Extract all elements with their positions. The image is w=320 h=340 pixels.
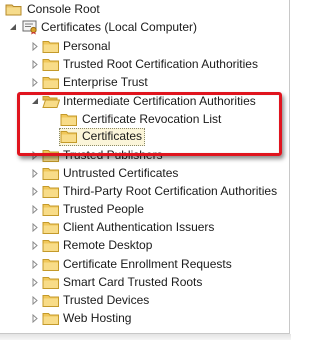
expand-arrow-icon[interactable] bbox=[30, 200, 40, 219]
folder-icon bbox=[42, 257, 60, 272]
tree-label: Console Root bbox=[27, 2, 100, 16]
tree-label: Certificate Enrollment Requests bbox=[63, 257, 232, 271]
folder-icon bbox=[42, 75, 60, 90]
tree-label: Certificates (Local Computer) bbox=[41, 20, 198, 34]
expand-arrow-icon[interactable] bbox=[30, 55, 40, 74]
folder-icon bbox=[42, 311, 60, 326]
tree-label: Enterprise Trust bbox=[63, 75, 148, 89]
folder-icon bbox=[42, 184, 60, 199]
pane-bottom-edge bbox=[0, 334, 291, 340]
console-tree-pane: Console Root Certificates (Local Compute… bbox=[0, 0, 290, 334]
tree-label: Trusted People bbox=[63, 202, 144, 216]
tree-node-trusted-root[interactable]: Trusted Root Certification Authorities bbox=[30, 55, 270, 74]
folder-icon bbox=[42, 220, 60, 235]
highlight-callout bbox=[17, 92, 282, 156]
tree-label: Smart Card Trusted Roots bbox=[63, 275, 203, 289]
tree-label: Trusted Devices bbox=[63, 293, 150, 307]
expand-arrow-icon[interactable] bbox=[30, 218, 40, 237]
expand-arrow-icon[interactable] bbox=[30, 164, 40, 183]
expand-arrow-icon[interactable] bbox=[30, 255, 40, 274]
collapse-arrow-icon[interactable] bbox=[8, 18, 18, 37]
expand-arrow-icon[interactable] bbox=[30, 73, 40, 92]
console-folder-icon bbox=[5, 2, 23, 17]
tree-node-web-hosting[interactable]: Web Hosting bbox=[30, 309, 160, 328]
folder-icon bbox=[42, 275, 60, 290]
tree-node-certificates-local[interactable]: Certificates (Local Computer) bbox=[7, 18, 207, 37]
expand-arrow-icon[interactable] bbox=[30, 182, 40, 201]
tree-node-smart-card-roots[interactable]: Smart Card Trusted Roots bbox=[30, 273, 220, 292]
tree-label: Web Hosting bbox=[63, 311, 132, 325]
expand-arrow-icon[interactable] bbox=[30, 309, 40, 328]
tree-node-trusted-people[interactable]: Trusted People bbox=[30, 200, 170, 219]
tree-node-personal[interactable]: Personal bbox=[30, 37, 120, 56]
tree-label: Untrusted Certificates bbox=[63, 166, 179, 180]
tree-node-trusted-devices[interactable]: Trusted Devices bbox=[30, 291, 170, 310]
folder-icon bbox=[42, 238, 60, 253]
expand-arrow-icon[interactable] bbox=[30, 291, 40, 310]
tree-label: Personal bbox=[63, 39, 111, 53]
tree-node-enrollment-requests[interactable]: Certificate Enrollment Requests bbox=[30, 255, 250, 274]
folder-icon bbox=[42, 39, 60, 54]
folder-icon bbox=[42, 57, 60, 72]
certificate-snapin-icon bbox=[21, 20, 39, 35]
folder-icon bbox=[42, 202, 60, 217]
tree-node-enterprise-trust[interactable]: Enterprise Trust bbox=[30, 73, 170, 92]
tree-node-remote-desktop[interactable]: Remote Desktop bbox=[30, 236, 170, 255]
tree-label: Third-Party Root Certification Authoriti… bbox=[63, 184, 278, 198]
folder-icon bbox=[42, 293, 60, 308]
tree-node-third-party-root[interactable]: Third-Party Root Certification Authoriti… bbox=[30, 182, 288, 201]
tree-node-untrusted[interactable]: Untrusted Certificates bbox=[30, 164, 210, 183]
tree-node-client-auth-issuers[interactable]: Client Authentication Issuers bbox=[30, 218, 230, 237]
expand-arrow-icon[interactable] bbox=[30, 236, 40, 255]
tree-node-console-root[interactable]: Console Root bbox=[2, 0, 122, 19]
expand-arrow-icon[interactable] bbox=[30, 37, 40, 56]
folder-icon bbox=[42, 166, 60, 181]
tree-label: Client Authentication Issuers bbox=[63, 220, 215, 234]
tree-label: Trusted Root Certification Authorities bbox=[63, 57, 258, 71]
expand-arrow-icon[interactable] bbox=[30, 273, 40, 292]
tree-label: Remote Desktop bbox=[63, 238, 153, 252]
